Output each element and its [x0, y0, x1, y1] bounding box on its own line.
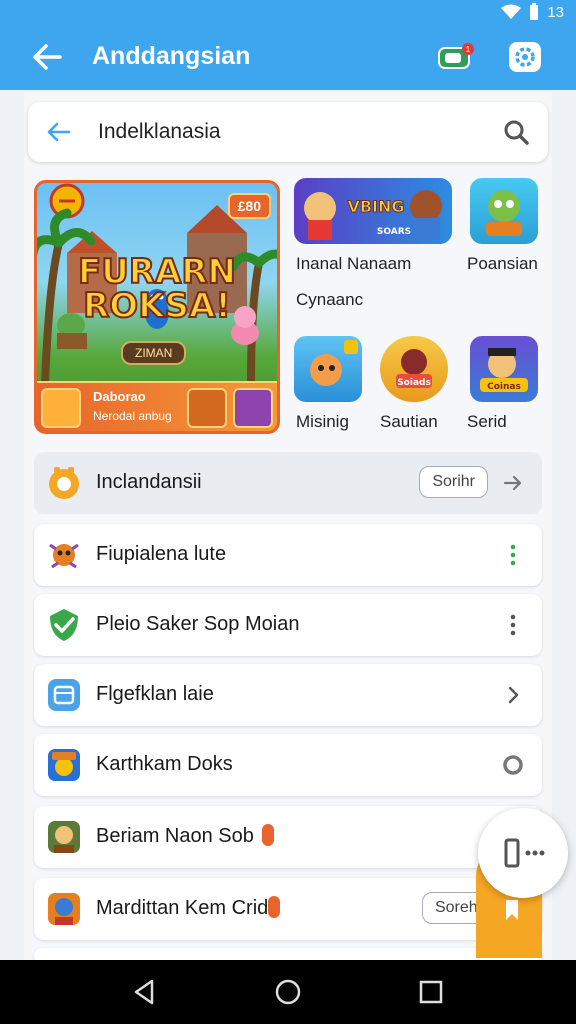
game-1-tile-text: VBING — [347, 197, 404, 216]
bookmark-icon — [506, 900, 518, 920]
list-item[interactable]: Fiupialena lute — [34, 524, 542, 586]
badge-count: 1 — [466, 45, 471, 54]
game-1-tile-sub: SOARS — [377, 227, 411, 237]
game-label-3: Cynaanc — [296, 290, 364, 309]
game-2-art — [486, 190, 522, 236]
back-arrow-icon[interactable] — [30, 40, 64, 74]
sort-button[interactable]: Sorihr — [419, 466, 488, 498]
featured-subtitle-pill: ZIMAN — [121, 341, 187, 365]
calendar-icon — [48, 679, 80, 711]
list-item-label: Fiupialena lute — [96, 543, 227, 565]
more-vert-icon[interactable] — [502, 614, 524, 636]
price-tag: £80 — [227, 193, 271, 219]
list-item-label: Pleio Saker Sop Moian — [96, 613, 300, 635]
game-tile-1[interactable]: VBING SOARS — [294, 178, 452, 244]
game-tile-2[interactable] — [470, 178, 538, 244]
strip-subtitle: Nerodal anbug — [93, 409, 172, 423]
hero-icon — [48, 893, 80, 925]
game-tile-4[interactable] — [294, 336, 362, 402]
nav-recents-icon[interactable] — [416, 977, 446, 1007]
battery-icon — [530, 3, 539, 20]
search-input[interactable]: Indelklanasia — [98, 120, 221, 144]
more-vert-icon[interactable] — [502, 544, 524, 566]
category-icon — [49, 467, 79, 499]
nav-back-icon[interactable] — [130, 977, 160, 1007]
status-bar: 13 — [0, 0, 576, 24]
section-header[interactable]: Inclandansii Sorihr — [34, 452, 542, 514]
search-icon[interactable] — [502, 118, 530, 146]
list-item[interactable]: Pleio Saker Sop Moian — [34, 594, 542, 656]
strip-avatar-3 — [233, 388, 273, 428]
character-icon — [49, 543, 79, 569]
strip-avatar-2 — [187, 388, 227, 428]
alert-badge — [268, 896, 280, 918]
game-6-tile-text: Coinas — [487, 382, 521, 392]
app-title: Anddangsian — [92, 42, 251, 70]
game-label-4: Misinig — [296, 412, 349, 431]
game-tile-5[interactable]: Soiads — [380, 336, 448, 402]
content-panel: Indelklanasia £80 FURARN ROKSA! ZIMAN Da… — [24, 92, 552, 964]
logo-line-1: FURARN — [77, 252, 237, 292]
app-bar: Anddangsian 1 — [0, 24, 576, 90]
list-item-label: Flgefklan laie — [96, 683, 214, 705]
featured-strip[interactable]: Daborao Nerodal anbug — [37, 381, 277, 431]
game-4-art — [310, 340, 358, 386]
status-time: 13 — [547, 3, 564, 21]
game-app-icon — [48, 749, 80, 781]
section-title: Inclandansii — [96, 471, 202, 493]
strip-title: Daborao — [93, 389, 146, 404]
list-item[interactable]: Karthkam Doks — [34, 734, 542, 796]
strip-avatar-1 — [41, 388, 81, 428]
system-nav-bar — [0, 960, 576, 1024]
ring-toggle-icon[interactable] — [502, 754, 524, 776]
list-item[interactable]: Beriam Naon Sob — [34, 806, 542, 868]
search-bar[interactable]: Indelklanasia — [28, 102, 548, 162]
game-6-art: Coinas — [480, 348, 528, 392]
featured-game-banner[interactable]: £80 FURARN ROKSA! ZIMAN Daborao Nerodal … — [34, 180, 280, 434]
list-item-label: Karthkam Doks — [96, 753, 233, 775]
game-label-6: Serid — [467, 412, 507, 431]
arrow-right-icon[interactable] — [502, 472, 524, 494]
notification-badge-icon[interactable]: 1 — [438, 42, 474, 70]
game-5-tile-text: Soiads — [397, 378, 431, 388]
wifi-icon — [501, 4, 522, 19]
check-shield-icon — [50, 609, 78, 641]
alert-badge — [262, 824, 274, 846]
warrior-icon — [48, 821, 80, 853]
featured-logo-text: FURARN ROKSA! — [37, 252, 277, 326]
nav-home-icon[interactable] — [273, 977, 303, 1007]
logo-line-2: ROKSA! — [82, 286, 232, 326]
list-item-label: Mardittan Kem Crid — [96, 897, 269, 919]
game-5-art: Soiads — [396, 349, 432, 388]
game-tile-6[interactable]: Coinas — [470, 336, 538, 402]
list-item[interactable]: Flgefklan laie — [34, 664, 542, 726]
search-back-icon[interactable] — [46, 119, 72, 145]
share-icon — [504, 838, 545, 868]
floating-action-button[interactable] — [478, 808, 568, 898]
game-label-5: Sautian — [380, 412, 438, 431]
list-item[interactable]: Mardittan Kem Crid Sorehr — [34, 878, 542, 940]
settings-icon[interactable] — [506, 40, 544, 74]
game-label-1: Inanal Nanaam — [296, 254, 412, 273]
list-item-label: Beriam Naon Sob — [96, 825, 254, 847]
game-label-2: Poansian — [467, 254, 538, 273]
chevron-right-icon[interactable] — [502, 684, 524, 706]
game-1-art: VBING SOARS — [304, 190, 442, 240]
